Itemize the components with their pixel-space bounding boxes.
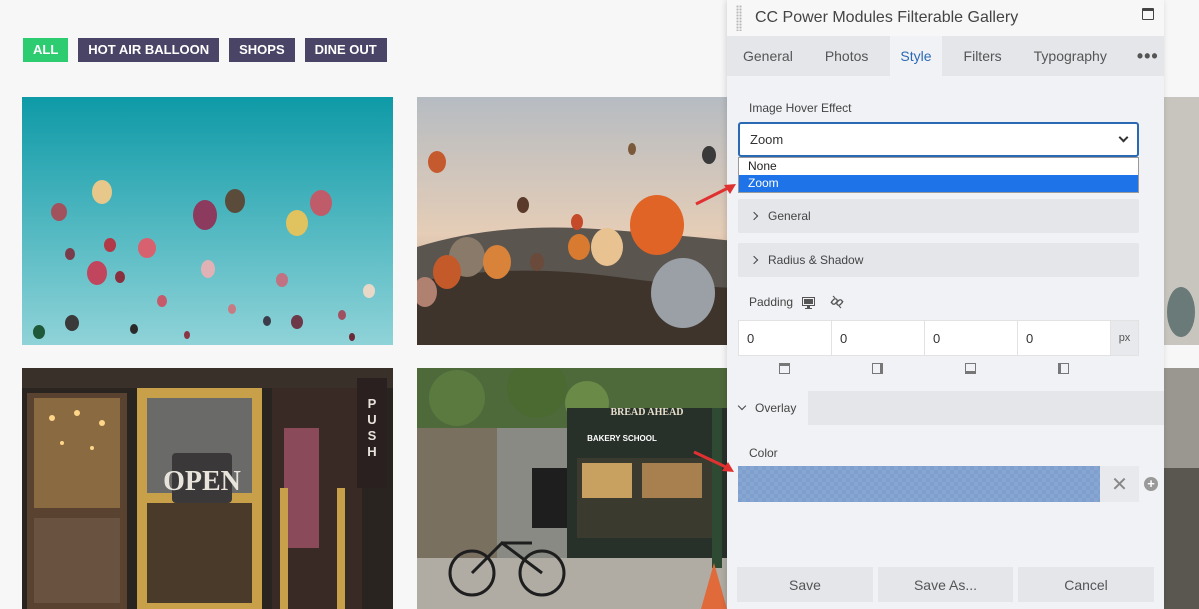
tab-more-button[interactable]: •••	[1129, 36, 1167, 76]
hover-effect-value: Zoom	[750, 132, 784, 147]
gallery-image-balloons-sky[interactable]	[22, 97, 393, 345]
tab-general[interactable]: General	[733, 36, 803, 76]
hover-effect-dropdown: None Zoom	[738, 157, 1139, 193]
annotation-arrow-icon	[693, 450, 734, 472]
svg-text:S: S	[368, 428, 377, 443]
drag-handle-icon[interactable]	[736, 5, 742, 31]
svg-text:P: P	[368, 396, 377, 411]
chevron-right-icon	[749, 211, 759, 221]
padding-label: Padding	[749, 295, 794, 309]
overlay-label: Overlay	[755, 401, 797, 415]
gallery-image-partial-right-top[interactable]	[1163, 97, 1199, 345]
section-general[interactable]: General	[738, 199, 1139, 233]
tab-typography[interactable]: Typography	[1024, 36, 1117, 76]
side-right-icon	[872, 363, 883, 374]
panel-header[interactable]: CC Power Modules Filterable Gallery	[727, 0, 1164, 36]
overlay-section-bar: Overlay	[727, 391, 1164, 425]
save-button[interactable]: Save	[737, 567, 873, 602]
tab-photos[interactable]: Photos	[815, 36, 879, 76]
gallery-image-partial-right-bottom[interactable]	[1163, 368, 1199, 609]
overlay-section-toggle[interactable]: Overlay	[727, 391, 809, 425]
hover-option-none[interactable]: None	[739, 158, 1138, 175]
filter-shops-button[interactable]: SHOPS	[229, 38, 295, 62]
side-left-icon	[1058, 363, 1069, 374]
tab-style[interactable]: Style	[890, 36, 942, 76]
plus-icon[interactable]: +	[1144, 477, 1158, 491]
section-general-label: General	[768, 209, 811, 223]
chevron-down-icon	[737, 401, 747, 411]
hover-effect-select[interactable]: Zoom	[738, 122, 1139, 157]
svg-text:BAKERY SCHOOL: BAKERY SCHOOL	[587, 434, 657, 443]
filter-all-button[interactable]: ALL	[23, 38, 69, 62]
color-label: Color	[749, 446, 778, 460]
padding-right-input[interactable]	[832, 321, 925, 355]
padding-inputs: px	[738, 320, 1139, 356]
overlay-color-picker[interactable]	[738, 466, 1100, 502]
annotation-arrow-icon	[695, 184, 736, 206]
padding-bottom-input[interactable]	[925, 321, 1018, 355]
chevron-right-icon	[749, 255, 759, 265]
padding-top-input[interactable]	[739, 321, 832, 355]
unlink-icon[interactable]	[830, 295, 844, 314]
svg-text:H: H	[367, 444, 376, 459]
hover-option-zoom[interactable]: Zoom	[739, 175, 1138, 192]
svg-text:OPEN: OPEN	[163, 466, 241, 497]
hover-effect-label: Image Hover Effect	[749, 101, 852, 115]
filter-hot-air-balloon-button[interactable]: HOT AIR BALLOON	[78, 38, 220, 62]
panel-tabs: General Photos Style Filters Typography …	[727, 36, 1164, 76]
settings-panel: CC Power Modules Filterable Gallery Gene…	[727, 0, 1164, 609]
section-radius-shadow[interactable]: Radius & Shadow	[738, 243, 1139, 277]
filter-dine-out-button[interactable]: DINE OUT	[304, 38, 387, 62]
cancel-button[interactable]: Cancel	[1018, 567, 1154, 602]
svg-text:BREAD AHEAD: BREAD AHEAD	[610, 407, 683, 418]
tab-filters[interactable]: Filters	[954, 36, 1012, 76]
gallery-filters: ALL HOT AIR BALLOON SHOPS DINE OUT	[23, 38, 387, 62]
close-icon[interactable]: ✕	[1100, 466, 1139, 502]
gallery-image-shop-open[interactable]: OPEN P U S H	[22, 368, 393, 609]
side-top-icon	[779, 363, 790, 374]
padding-left-input[interactable]	[1018, 321, 1111, 355]
desktop-icon[interactable]	[802, 296, 815, 314]
section-radius-shadow-label: Radius & Shadow	[768, 253, 864, 267]
padding-unit[interactable]: px	[1111, 321, 1138, 355]
side-bottom-icon	[965, 363, 976, 374]
minimize-icon[interactable]	[1142, 8, 1154, 20]
chevron-down-icon	[1118, 132, 1129, 143]
save-as-button[interactable]: Save As...	[878, 567, 1013, 602]
svg-text:U: U	[367, 412, 376, 427]
panel-title: CC Power Modules Filterable Gallery	[755, 9, 1019, 26]
